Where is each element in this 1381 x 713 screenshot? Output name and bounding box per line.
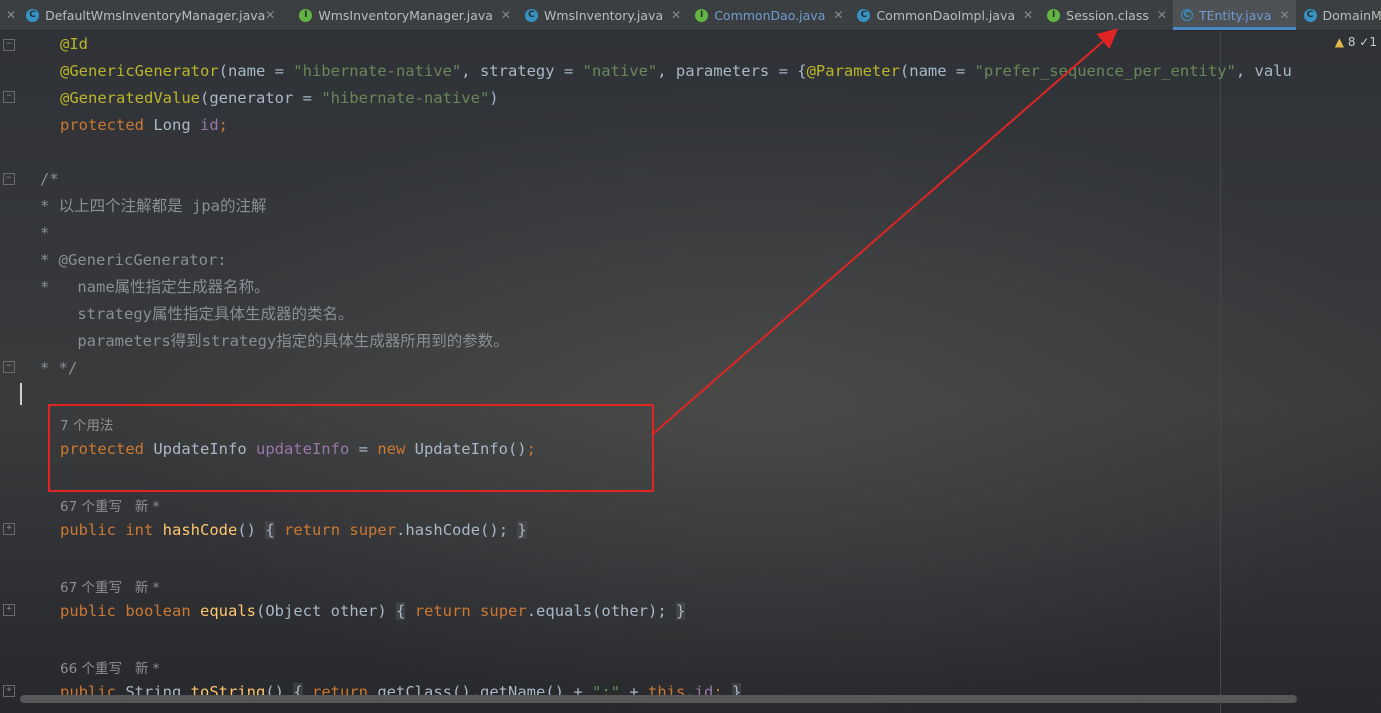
comment-line: * @GenericGenerator: — [40, 251, 227, 269]
close-icon[interactable]: ✕ — [1279, 8, 1289, 22]
tab-label: WmsInventory.java — [543, 7, 664, 23]
tab-tentity[interactable]: C TEntity.java ✕ — [1172, 0, 1296, 30]
tab-label: Session.class — [1066, 7, 1149, 23]
close-icon[interactable]: ✕ — [671, 8, 681, 22]
editor-tab-bar: ✕ C DefaultWmsInventoryManager.java ✕ I … — [0, 0, 1381, 31]
comment-line: * — [40, 224, 50, 242]
tab-label: CommonDao.java — [714, 7, 826, 23]
comment-line: * 以上四个注解都是 jpa的注解 — [40, 197, 267, 215]
expand-icon[interactable]: + — [3, 523, 15, 535]
class-icon: C — [524, 8, 538, 22]
abstract-class-icon: C — [1180, 9, 1193, 21]
fold-icon[interactable]: − — [3, 39, 15, 51]
code-line: @GenericGenerator(name = "hibernate-nati… — [60, 62, 1292, 80]
comment-line: strategy属性指定具体生成器的类名。 — [40, 305, 354, 323]
close-icon[interactable]: ✕ — [265, 8, 275, 22]
code-line: public boolean equals(Object other) { re… — [60, 602, 686, 620]
tab-label: DomainModel.java — [1322, 7, 1381, 23]
horizontal-scrollbar[interactable] — [20, 695, 1297, 703]
comment-line: * */ — [40, 359, 78, 377]
close-icon[interactable]: ✕ — [501, 8, 511, 22]
class-icon: C — [1303, 8, 1317, 22]
tab-label: DefaultWmsInventoryManager.java — [45, 7, 266, 23]
right-margin-guide — [1220, 31, 1221, 713]
code-line: @GeneratedValue(generator = "hibernate-n… — [60, 89, 499, 107]
class-icon: C — [857, 8, 871, 22]
interface-icon: I — [299, 8, 313, 22]
tab-common-dao-impl[interactable]: C CommonDaoImpl.java ✕ — [849, 0, 1039, 30]
text-caret — [20, 383, 22, 405]
fold-icon[interactable]: − — [3, 361, 15, 373]
warning-count: 8 — [1347, 35, 1356, 49]
close-icon[interactable]: ✕ — [1157, 8, 1167, 22]
tab-wms-inventory-manager[interactable]: I WmsInventoryManager.java ✕ — [291, 0, 517, 30]
close-icon[interactable]: ✕ — [1023, 8, 1033, 22]
overrides-hint[interactable]: 67 个重写 新 * — [60, 495, 159, 515]
inspection-widget[interactable]: ▲ 8 ✓1 — [1335, 35, 1377, 49]
overrides-hint[interactable]: 67 个重写 新 * — [60, 576, 159, 596]
tab-domain-model[interactable]: C DomainModel.java ✕ — [1296, 0, 1381, 30]
red-highlight-box — [48, 404, 654, 492]
tab-session-class[interactable]: I Session.class ✕ — [1039, 0, 1173, 30]
fold-icon[interactable]: − — [3, 173, 15, 185]
expand-icon[interactable]: + — [3, 685, 15, 697]
class-icon: C — [26, 8, 40, 22]
expand-icon[interactable]: + — [3, 604, 15, 616]
interface-icon: I — [695, 8, 709, 22]
tab-common-dao[interactable]: I CommonDao.java ✕ — [687, 0, 849, 30]
ok-count: 1 — [1369, 35, 1377, 49]
code-editor[interactable]: ▲ 8 ✓1 − − − − + + + @Id @GenericGenerat… — [0, 31, 1381, 713]
warning-icon: ▲ — [1334, 35, 1344, 49]
code-line: @Id — [60, 35, 88, 53]
code-line: protected Long id; — [60, 116, 229, 134]
fold-icon[interactable]: − — [3, 91, 15, 103]
tab-default-wms-inventory-manager[interactable]: ✕ C DefaultWmsInventoryManager.java ✕ — [0, 0, 291, 30]
close-icon[interactable]: ✕ — [6, 8, 16, 22]
check-icon: ✓ — [1359, 35, 1370, 49]
interface-icon: I — [1047, 8, 1061, 22]
comment-line: * name属性指定生成器名称。 — [40, 278, 270, 296]
tab-label: WmsInventoryManager.java — [318, 7, 493, 23]
close-icon[interactable]: ✕ — [833, 8, 843, 22]
code-line: public int hashCode() { return super.has… — [60, 521, 527, 539]
tab-wms-inventory[interactable]: C WmsInventory.java ✕ — [517, 0, 687, 30]
tab-label: TEntity.java — [1198, 7, 1272, 23]
comment-line: parameters得到strategy指定的具体生成器所用到的参数。 — [40, 332, 509, 350]
overrides-hint[interactable]: 66 个重写 新 * — [60, 657, 159, 677]
comment-line: /* — [40, 170, 59, 188]
tab-label: CommonDaoImpl.java — [876, 7, 1016, 23]
